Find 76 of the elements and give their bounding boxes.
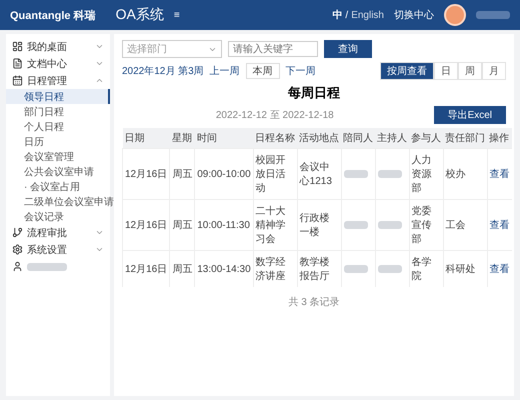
gear-icon [12, 244, 23, 255]
column-header: 星期 [170, 128, 195, 148]
table-cell: 人力资源部 [409, 148, 444, 200]
submenu-item[interactable]: 日历 [6, 134, 110, 149]
table-cell: 行政楼一楼 [297, 200, 342, 250]
sidebar-item[interactable]: 流程审批 [6, 224, 110, 241]
submenu-item[interactable]: 会议记录 [6, 209, 110, 224]
submenu-item[interactable]: 部门日程 [6, 104, 110, 119]
dashboard-icon [12, 41, 23, 52]
calendar-icon [12, 75, 23, 86]
sidebar-item[interactable]: 我的桌面 [6, 38, 110, 55]
record-count: 共 3 条记录 [287, 296, 341, 309]
sidebar-item[interactable]: 文档中心 [6, 55, 110, 72]
submenu-item[interactable]: 会议室管理 [6, 149, 110, 164]
table-cell: 会议中心1213 [297, 148, 342, 200]
export-button[interactable]: 导出Excel [434, 106, 506, 124]
keyword-field[interactable]: 请输入关键字 [228, 41, 318, 57]
table-cell: 周五 [170, 148, 195, 200]
user-icon [12, 261, 23, 272]
table-cell: 二十大精神学习会 [253, 200, 298, 250]
app-title: OA系统 [116, 6, 164, 24]
table-cell: 12月16日 [122, 200, 170, 250]
submenu-item[interactable]: · 会议室占用 [6, 179, 110, 194]
column-header: 责任部门 [443, 128, 488, 148]
view-link[interactable]: 查看 [490, 169, 510, 180]
menu-toggle[interactable]: ≡ [174, 10, 180, 20]
table-cell: 科研处 [443, 250, 488, 287]
schedule-title: 每周日程 [287, 84, 341, 102]
table-cell: 数字经济讲座 [253, 250, 298, 287]
table-cell: 校园开放日活动 [253, 148, 298, 200]
avatar[interactable] [444, 4, 466, 26]
language-option[interactable]: English [351, 10, 384, 20]
previous-week-link[interactable]: 上一周 [210, 64, 240, 78]
view-link[interactable]: 查看 [490, 264, 510, 275]
view-tab[interactable]: 周 [458, 62, 482, 80]
table-cell: 10:00-11:30 [194, 200, 254, 250]
submenu-item[interactable]: 公共会议室申请 [6, 164, 110, 179]
table-cell: 各学院 [409, 250, 444, 287]
view-tab[interactable]: 日 [434, 62, 458, 80]
this-week-button[interactable]: 本周 [246, 63, 280, 79]
table-cell: 周五 [170, 200, 195, 250]
column-header: 陪同人 [341, 128, 376, 148]
submenu-item[interactable]: 个人日程 [6, 119, 110, 134]
table-cell: 12月16日 [122, 250, 170, 287]
table-cell: 12月16日 [122, 148, 170, 200]
switch-link[interactable]: 切换中心 [394, 8, 434, 22]
date-range: 2022-12-12 至 2022-12-18 [216, 109, 334, 122]
column-header: 活动地点 [297, 128, 342, 148]
view-link[interactable]: 查看 [490, 220, 510, 231]
table-cell: 13:00-14:30 [194, 250, 254, 287]
separator: / [345, 10, 348, 20]
table-cell: 党委宣传部 [409, 200, 444, 250]
submenu-item[interactable]: 领导日程 [6, 89, 110, 104]
column-header: 主持人 [375, 128, 410, 148]
table-cell: 工会 [443, 200, 488, 250]
table-cell: 周五 [170, 250, 195, 287]
view-tab[interactable]: 按周查看 [380, 62, 434, 80]
branch-icon [12, 227, 23, 238]
column-header: 日程名称 [253, 128, 298, 148]
table-cell: 校办 [443, 148, 488, 200]
column-header: 日期 [122, 128, 170, 148]
current-week: 2022年12月 第3周 [122, 65, 204, 78]
next-week-link[interactable]: 下一周 [286, 64, 316, 78]
column-header: 时间 [194, 128, 254, 148]
table-cell: 09:00-10:00 [194, 148, 254, 200]
logo: Quantangle 科瑞 [10, 8, 96, 22]
blurred-menu-label [27, 262, 67, 270]
search-button[interactable]: 查询 [324, 40, 372, 58]
table-cell: 教学楼报告厅 [297, 250, 342, 287]
sidebar-item[interactable]: 系统设置 [6, 241, 110, 258]
sidebar-item[interactable]: 日程管理 [6, 72, 110, 89]
column-header: 参与人 [409, 128, 444, 148]
view-tab[interactable]: 月 [482, 62, 506, 80]
column-header: 操作 [487, 128, 512, 148]
document-icon [12, 58, 23, 69]
language-option[interactable]: 中 [332, 8, 342, 22]
